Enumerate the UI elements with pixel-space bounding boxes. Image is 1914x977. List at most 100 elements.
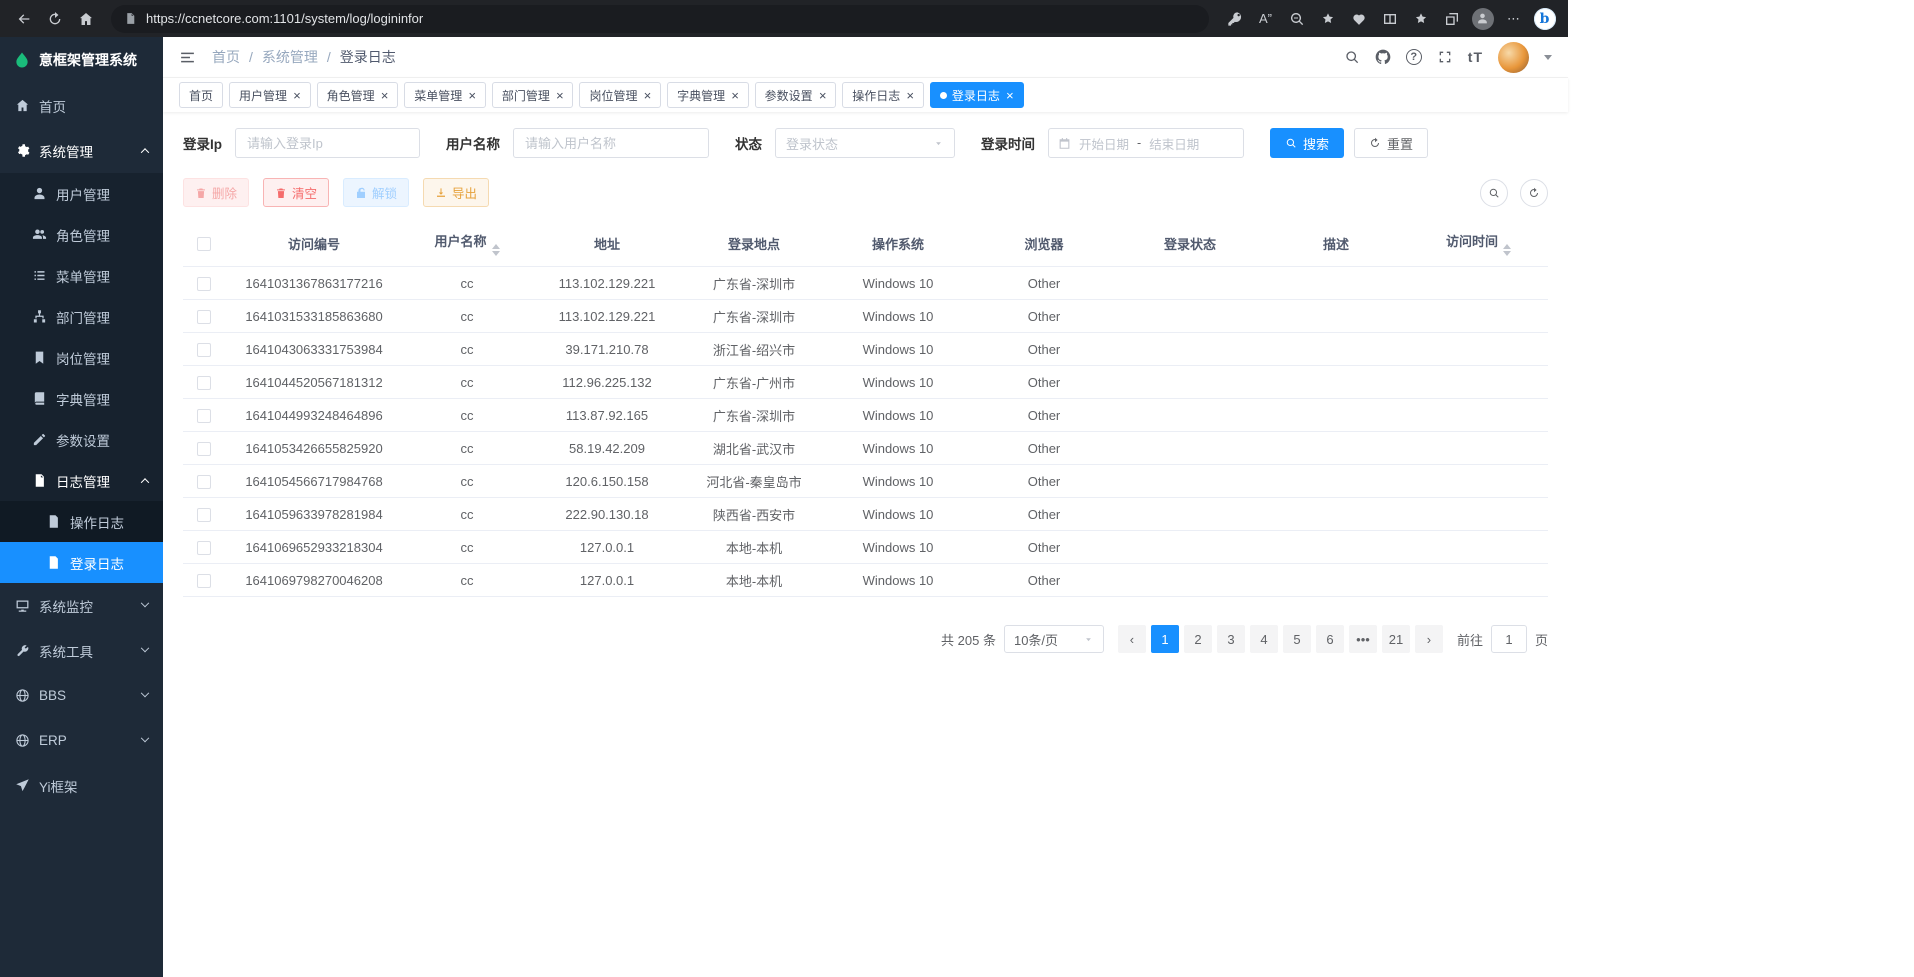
reset-button[interactable]: 重置 [1354, 128, 1428, 158]
row-checkbox[interactable] [197, 343, 211, 357]
back-button[interactable] [8, 5, 39, 33]
pager-page-2[interactable]: 2 [1184, 625, 1212, 653]
pager-page-4[interactable]: 4 [1250, 625, 1278, 653]
sidebar-item-menu[interactable]: 菜单管理 [0, 255, 163, 296]
tab-菜单管理[interactable]: 菜单管理× [404, 82, 486, 108]
sidebar-item-operlog[interactable]: 操作日志 [0, 501, 163, 542]
row-checkbox[interactable] [197, 376, 211, 390]
fullscreen-button[interactable] [1437, 49, 1453, 65]
clear-button[interactable]: 清空 [263, 178, 329, 207]
address-bar[interactable]: https://ccnetcore.com:1101/system/log/lo… [111, 5, 1209, 33]
sidebar-item-bbs[interactable]: BBS [0, 673, 163, 718]
status-select[interactable]: 登录状态 [775, 128, 955, 158]
favorites-bar-button[interactable] [1405, 5, 1436, 33]
zoom-out-button[interactable] [1281, 5, 1312, 33]
search-button[interactable]: 搜索 [1270, 128, 1344, 158]
sidebar-item-yi[interactable]: Yi框架 [0, 763, 163, 808]
tab-close-icon[interactable]: × [643, 88, 651, 103]
user-avatar[interactable] [1498, 42, 1529, 73]
read-aloud-button[interactable]: A” [1250, 5, 1281, 33]
refresh-button[interactable] [39, 5, 70, 33]
breadcrumb-item[interactable]: 系统管理 [262, 47, 318, 67]
sidebar-item-home[interactable]: 首页 [0, 83, 163, 128]
tab-close-icon[interactable]: × [819, 88, 827, 103]
row-checkbox[interactable] [197, 574, 211, 588]
prev-page-button[interactable]: ‹ [1118, 625, 1146, 653]
show-search-button[interactable] [1480, 179, 1508, 207]
date-range-picker[interactable]: 开始日期 - 结束日期 [1048, 128, 1244, 158]
tab-参数设置[interactable]: 参数设置× [755, 82, 837, 108]
tab-字典管理[interactable]: 字典管理× [667, 82, 749, 108]
tab-操作日志[interactable]: 操作日志× [842, 82, 924, 108]
select-all-checkbox[interactable] [197, 237, 211, 251]
sidebar-item-tool[interactable]: 系统工具 [0, 628, 163, 673]
sidebar-item-user[interactable]: 用户管理 [0, 173, 163, 214]
tab-close-icon[interactable]: × [381, 88, 389, 103]
sidebar-item-role[interactable]: 角色管理 [0, 214, 163, 255]
pager-page-1[interactable]: 1 [1151, 625, 1179, 653]
question-icon[interactable] [1406, 49, 1422, 65]
sidebar-item-dept[interactable]: 部门管理 [0, 296, 163, 337]
pager-page-6[interactable]: 6 [1316, 625, 1344, 653]
sidebar-item-monitor[interactable]: 系统监控 [0, 583, 163, 628]
tab-登录日志[interactable]: 登录日志× [930, 82, 1024, 108]
row-checkbox[interactable] [197, 508, 211, 522]
favorite-add-button[interactable] [1312, 5, 1343, 33]
pager-ellipsis[interactable]: ••• [1349, 625, 1377, 653]
goto-page-input[interactable] [1491, 625, 1527, 653]
collections-button[interactable] [1436, 5, 1467, 33]
sidebar-item-system[interactable]: 系统管理 [0, 128, 163, 173]
tab-岗位管理[interactable]: 岗位管理× [579, 82, 661, 108]
user-name-input[interactable] [513, 128, 709, 158]
refresh-table-button[interactable] [1520, 179, 1548, 207]
collapse-sidebar-button[interactable] [179, 49, 196, 66]
column-header-time[interactable]: 访问时间 [1409, 221, 1548, 267]
copilot-button[interactable]: b [1529, 5, 1560, 33]
key-button[interactable] [1219, 5, 1250, 33]
github-button[interactable] [1375, 49, 1391, 65]
sort-icon[interactable] [492, 244, 500, 256]
tab-close-icon[interactable]: × [468, 88, 476, 103]
row-checkbox[interactable] [197, 442, 211, 456]
chevron-down-icon[interactable] [1544, 55, 1552, 64]
login-ip-input[interactable] [235, 128, 420, 158]
tab-close-icon[interactable]: × [731, 88, 739, 103]
page-size-select[interactable]: 10条/页 [1004, 625, 1104, 653]
next-page-button[interactable]: › [1415, 625, 1443, 653]
delete-button[interactable]: 删除 [183, 178, 249, 207]
sidebar-item-dict[interactable]: 字典管理 [0, 378, 163, 419]
profile-button[interactable] [1467, 5, 1498, 33]
tab-首页[interactable]: 首页 [179, 82, 223, 108]
sort-icon[interactable] [1503, 244, 1511, 256]
sidebar-item-post[interactable]: 岗位管理 [0, 337, 163, 378]
browser-essentials-button[interactable] [1343, 5, 1374, 33]
pager-page-21[interactable]: 21 [1382, 625, 1410, 653]
row-checkbox[interactable] [197, 409, 211, 423]
column-header-user[interactable]: 用户名称 [403, 221, 531, 267]
row-checkbox[interactable] [197, 310, 211, 324]
home-button[interactable] [70, 5, 101, 33]
row-checkbox[interactable] [197, 475, 211, 489]
export-button[interactable]: 导出 [423, 178, 489, 207]
sidebar-item-log[interactable]: 日志管理 [0, 460, 163, 501]
tab-用户管理[interactable]: 用户管理× [229, 82, 311, 108]
tab-close-icon[interactable]: × [1006, 88, 1014, 103]
search-button[interactable] [1344, 49, 1360, 65]
breadcrumb-item[interactable]: 首页 [212, 47, 240, 67]
split-screen-button[interactable] [1374, 5, 1405, 33]
sidebar-item-loginlog[interactable]: 登录日志 [0, 542, 163, 583]
tab-部门管理[interactable]: 部门管理× [492, 82, 574, 108]
tab-角色管理[interactable]: 角色管理× [317, 82, 399, 108]
pager-page-5[interactable]: 5 [1283, 625, 1311, 653]
tab-close-icon[interactable]: × [293, 88, 301, 103]
pager-page-3[interactable]: 3 [1217, 625, 1245, 653]
tab-close-icon[interactable]: × [556, 88, 564, 103]
sidebar-item-param[interactable]: 参数设置 [0, 419, 163, 460]
more-button[interactable]: ⋯ [1498, 5, 1529, 33]
sidebar-item-erp[interactable]: ERP [0, 718, 163, 763]
unlock-button[interactable]: 解锁 [343, 178, 409, 207]
row-checkbox[interactable] [197, 541, 211, 555]
tab-close-icon[interactable]: × [906, 88, 914, 103]
row-checkbox[interactable] [197, 277, 211, 291]
font-size-icon[interactable] [1468, 49, 1483, 65]
